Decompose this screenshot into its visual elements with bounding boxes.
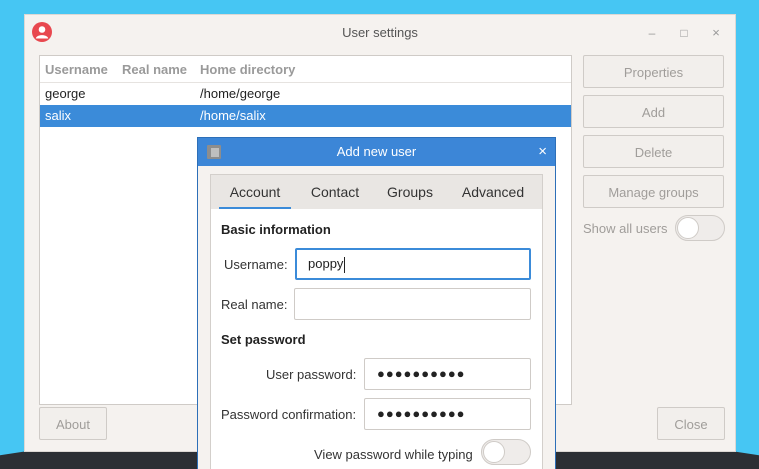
dialog-title: Add new user [336,144,417,159]
dialog-app-icon [207,145,221,159]
cell-home: /home/george [200,86,281,101]
cell-home: /home/salix [200,108,266,123]
account-tab-panel: Basic information Username: poppy Real n… [210,209,543,469]
manage-groups-button[interactable]: Manage groups [583,175,724,208]
view-password-label: View password while typing [314,447,473,462]
dialog-tabs: Account Contact Groups Advanced [210,174,543,210]
cell-username: george [45,86,86,101]
password-confirmation-value: ●●●●●●●●●● [377,406,466,421]
set-password-heading: Set password [221,332,306,347]
view-password-toggle[interactable] [481,439,531,465]
show-all-users-toggle[interactable] [675,215,725,241]
tab-groups[interactable]: Groups [376,175,444,209]
show-all-users-label: Show all users [583,221,668,236]
text-caret [344,256,346,273]
add-new-user-dialog: Add new user × Account Contact Groups Ad… [197,137,556,469]
tab-account[interactable]: Account [219,175,291,210]
username-label: Username: [224,257,288,272]
user-row-george[interactable]: george /home/george [40,83,571,105]
dialog-titlebar: Add new user × [198,138,555,166]
column-header-home-directory[interactable]: Home directory [200,62,295,77]
password-confirmation-input[interactable]: ●●●●●●●●●● [364,398,531,430]
real-name-input[interactable] [294,288,531,320]
password-confirmation-label: Password confirmation: [221,407,357,422]
user-row-salix[interactable]: salix /home/salix [40,105,571,127]
dialog-close-icon[interactable]: × [538,138,547,166]
toggle-knob [677,217,699,239]
user-password-label: User password: [266,367,357,382]
delete-button[interactable]: Delete [583,135,724,168]
username-input[interactable]: poppy [295,248,531,280]
real-name-label: Real name: [221,297,288,312]
cell-username: salix [45,108,72,123]
about-button[interactable]: About [39,407,107,440]
minimize-icon[interactable]: – [640,15,664,51]
column-header-real-name[interactable]: Real name [122,62,187,77]
list-header: Username Real name Home directory [40,56,571,83]
toggle-knob [483,441,505,463]
window-titlebar: User settings – □ × [25,15,735,51]
maximize-icon[interactable]: □ [672,15,696,51]
user-password-value: ●●●●●●●●●● [377,366,466,381]
close-button[interactable]: Close [657,407,725,440]
window-title: User settings [342,25,418,40]
tab-advanced[interactable]: Advanced [453,175,533,209]
close-window-icon[interactable]: × [704,15,728,51]
add-button[interactable]: Add [583,95,724,128]
username-value: poppy [308,256,344,271]
basic-information-heading: Basic information [221,222,331,237]
user-password-input[interactable]: ●●●●●●●●●● [364,358,531,390]
properties-button[interactable]: Properties [583,55,724,88]
column-header-username[interactable]: Username [45,62,108,77]
tab-contact[interactable]: Contact [299,175,371,209]
user-app-icon [32,22,52,42]
